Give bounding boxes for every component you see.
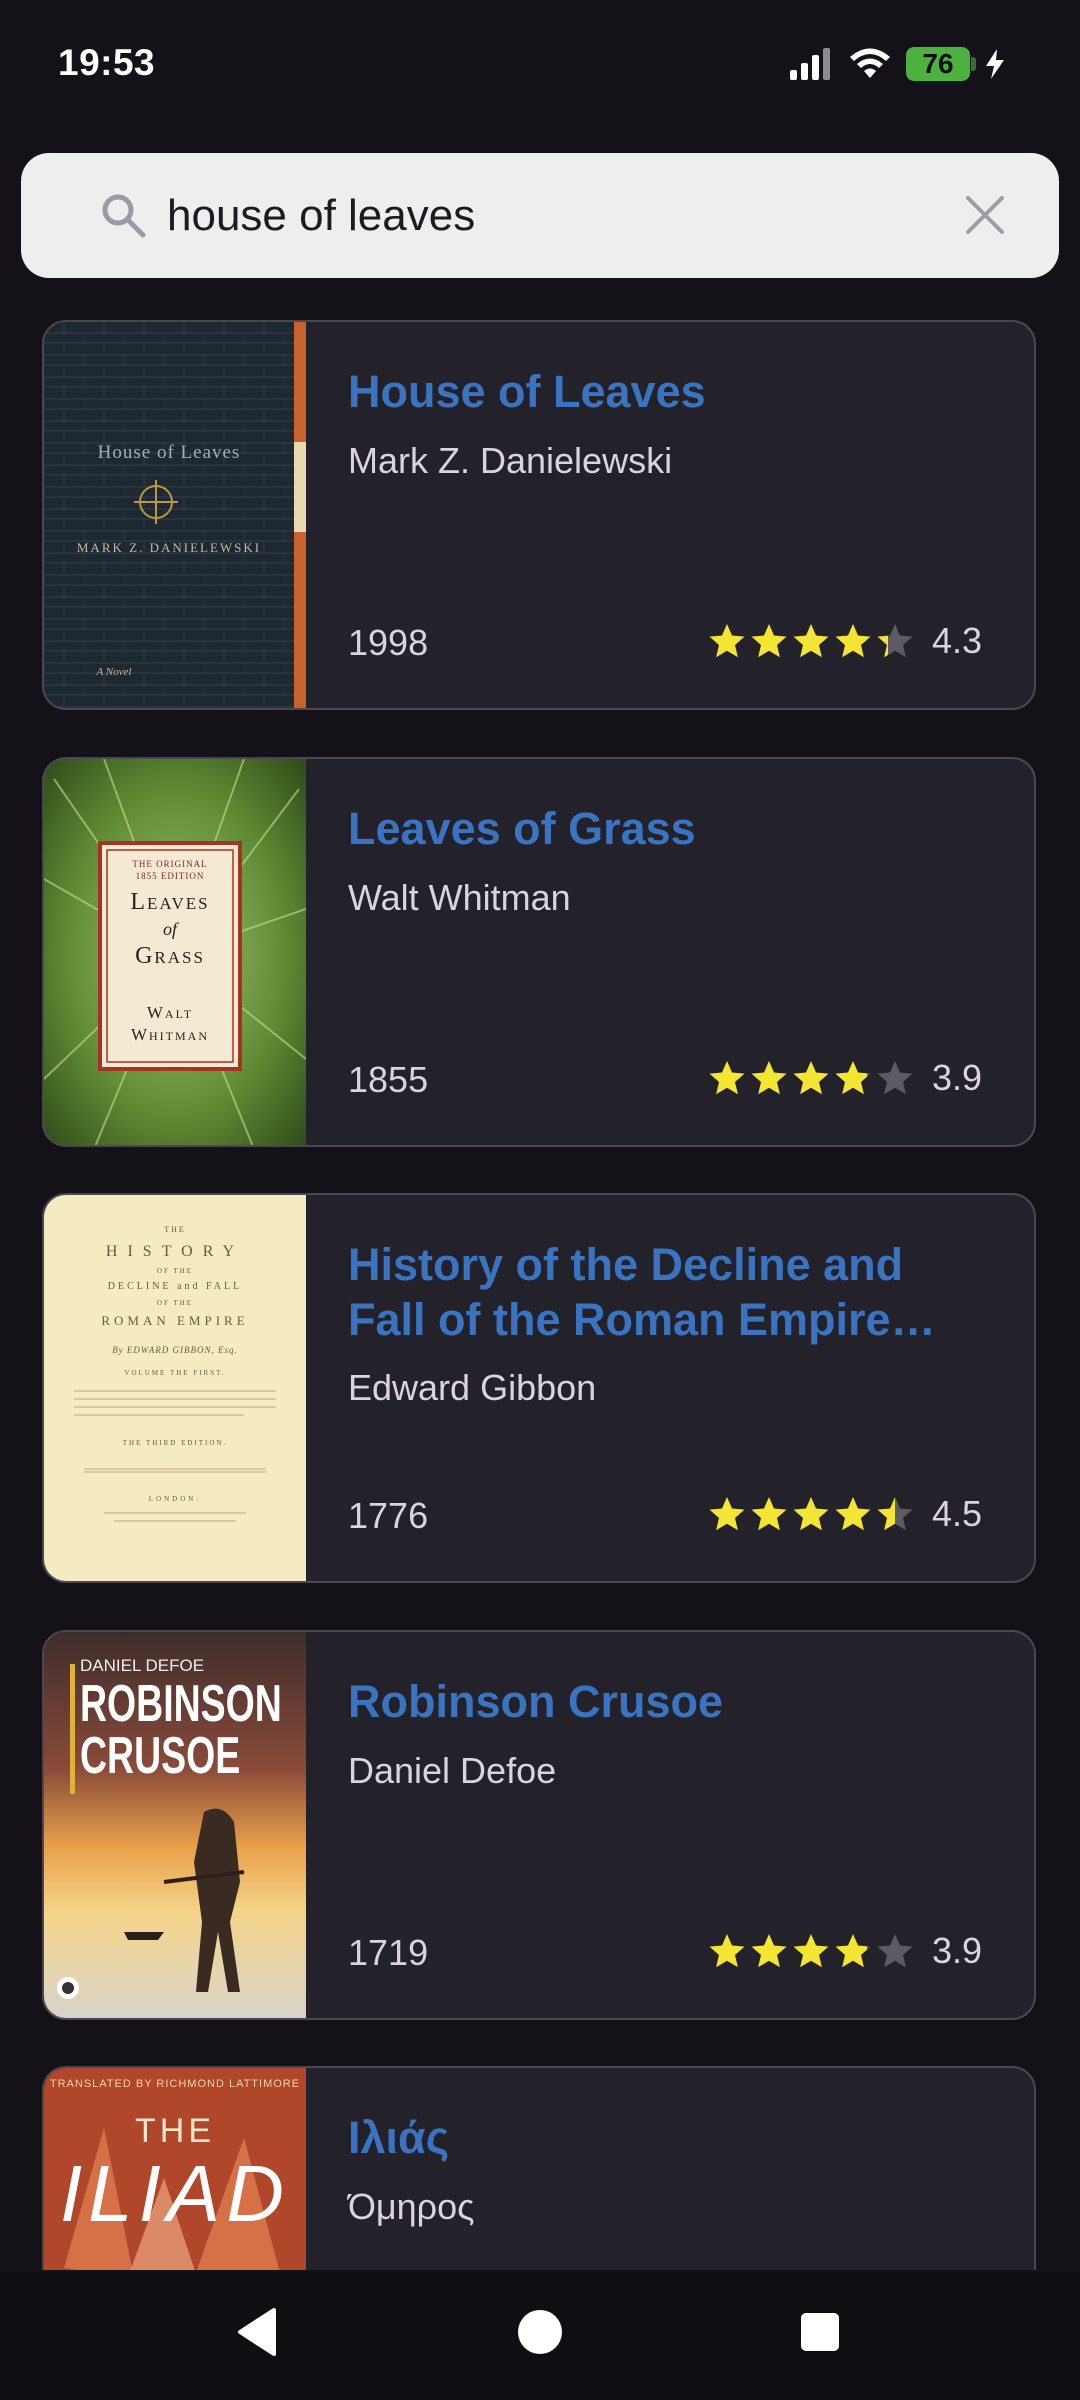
rating: 4.5 — [708, 1493, 982, 1535]
book-title[interactable]: House of Leaves — [348, 364, 988, 419]
book-card[interactable]: DANIEL DEFOE ROBINSON CRUSOE Robinson Cr… — [42, 1630, 1036, 2020]
cover-title-text: ROBINSON — [80, 1675, 282, 1733]
signal-icon — [790, 48, 830, 80]
cover-subtitle-text: A Novel — [96, 666, 132, 678]
rating-value: 3.9 — [931, 1930, 982, 1971]
back-triangle-icon[interactable] — [230, 2302, 290, 2362]
search-input[interactable] — [167, 181, 947, 251]
cover-author-text: Walt — [146, 1003, 194, 1022]
book-title[interactable]: Ιλιάς — [348, 2110, 988, 2165]
search-bar[interactable] — [21, 153, 1059, 278]
star-rating — [708, 1932, 914, 1970]
wifi-icon — [850, 48, 890, 78]
star-filled-icon — [793, 1061, 829, 1095]
book-title[interactable]: Robinson Crusoe — [348, 1674, 988, 1729]
rating-value: 4.5 — [931, 1493, 982, 1534]
star-filled-icon — [751, 624, 787, 658]
star-empty-icon — [877, 1061, 913, 1095]
star-partial-icon — [877, 624, 913, 658]
star-filled-icon — [751, 1061, 787, 1095]
star-partial-icon — [835, 1061, 871, 1095]
star-filled-icon — [709, 1061, 745, 1095]
star-filled-icon — [751, 1497, 787, 1531]
star-rating — [708, 622, 914, 660]
star-rating — [708, 1495, 914, 1533]
book-year: 1776 — [348, 1495, 429, 1536]
home-circle-icon[interactable] — [510, 2302, 570, 2362]
star-rating — [708, 1059, 914, 1097]
book-author: Walt Whitman — [348, 877, 571, 918]
star-filled-icon — [709, 1497, 745, 1531]
close-icon[interactable] — [963, 193, 1007, 237]
rating-value: 3.9 — [931, 1057, 982, 1098]
book-card[interactable]: THE HISTORY OF THE DECLINE and FALL OF T… — [42, 1193, 1036, 1583]
book-author: Mark Z. Danielewski — [348, 440, 673, 481]
search-icon[interactable] — [99, 191, 147, 239]
star-filled-icon — [709, 624, 745, 658]
book-year: 1855 — [348, 1059, 429, 1100]
star-partial-icon — [835, 1934, 871, 1968]
cover-art — [74, 1390, 276, 1522]
star-filled-icon — [793, 1934, 829, 1968]
star-filled-icon — [835, 1497, 871, 1531]
book-cover: THE ORIGINAL 1855 EDITION Leaves of Gras… — [44, 759, 306, 1145]
book-title[interactable]: Leaves of Grass — [348, 801, 988, 856]
book-year: 1998 — [348, 622, 429, 663]
rating-value: 4.3 — [931, 620, 982, 661]
cover-art — [44, 322, 306, 708]
search-results-list[interactable]: House of Leaves Mark Z. Danielewski A No… — [0, 320, 1080, 2270]
rating: 3.9 — [708, 1930, 982, 1972]
publisher-logo-icon — [57, 1977, 79, 1999]
book-author: Daniel Defoe — [348, 1750, 557, 1791]
cover-title-text: Leaves — [130, 889, 210, 915]
cover-author-text: Whitman — [130, 1025, 210, 1044]
cover-title-text: THE — [135, 2112, 215, 2150]
star-filled-icon — [709, 1934, 745, 1968]
cover-text: TRANSLATED BY RICHMOND LATTIMORE — [49, 2078, 301, 2090]
star-filled-icon — [793, 624, 829, 658]
book-cover: THE HISTORY OF THE DECLINE and FALL OF T… — [44, 1195, 306, 1581]
book-cover: TRANSLATED BY RICHMOND LATTIMORE THE ILI… — [44, 2068, 306, 2270]
recents-square-icon[interactable] — [790, 2302, 850, 2362]
cover-text: LONDON: — [148, 1495, 202, 1503]
star-filled-icon — [751, 1934, 787, 1968]
cover-text: 1855 EDITION — [135, 871, 205, 881]
star-empty-icon — [877, 1934, 913, 1968]
book-author: Edward Gibbon — [348, 1367, 597, 1408]
book-card[interactable]: THE ORIGINAL 1855 EDITION Leaves of Gras… — [42, 757, 1036, 1147]
book-cover: DANIEL DEFOE ROBINSON CRUSOE — [44, 1632, 306, 2018]
cover-text: THE ORIGINAL — [132, 859, 208, 869]
battery-indicator: 76 — [906, 47, 976, 81]
book-card[interactable]: TRANSLATED BY RICHMOND LATTIMORE THE ILI… — [42, 2066, 1036, 2270]
cover-title-text: House of Leaves — [97, 442, 241, 463]
star-filled-icon — [835, 624, 871, 658]
book-cover: House of Leaves Mark Z. Danielewski A No… — [44, 322, 306, 708]
rating: 4.3 — [708, 620, 982, 662]
star-filled-icon — [793, 1497, 829, 1531]
book-author: Όμηρος — [348, 2186, 475, 2227]
status-bar: 19:53 76 — [0, 0, 1080, 130]
book-card[interactable]: House of Leaves Mark Z. Danielewski A No… — [42, 320, 1036, 710]
rating: 3.9 — [708, 1057, 982, 1099]
cover-author-text: DANIEL DEFOE — [80, 1656, 205, 1675]
charging-bolt-icon — [986, 49, 1004, 79]
book-title[interactable]: History of the Decline and Fall of the R… — [348, 1237, 988, 1347]
cover-title-text: Grass — [135, 943, 205, 969]
status-time: 19:53 — [58, 42, 156, 83]
cover-author-text: Mark Z. Danielewski — [76, 540, 262, 555]
cover-title-text: ILIAD — [59, 2149, 291, 2238]
book-year: 1719 — [348, 1932, 429, 1973]
cover-text: THE THIRD EDITION. — [122, 1439, 228, 1447]
star-partial-icon — [877, 1497, 913, 1531]
navigation-bar — [0, 2272, 1080, 2400]
cover-title-text: of — [162, 919, 177, 939]
status-icons: 76 — [788, 44, 1006, 84]
cover-title-text: CRUSOE — [80, 1727, 241, 1785]
